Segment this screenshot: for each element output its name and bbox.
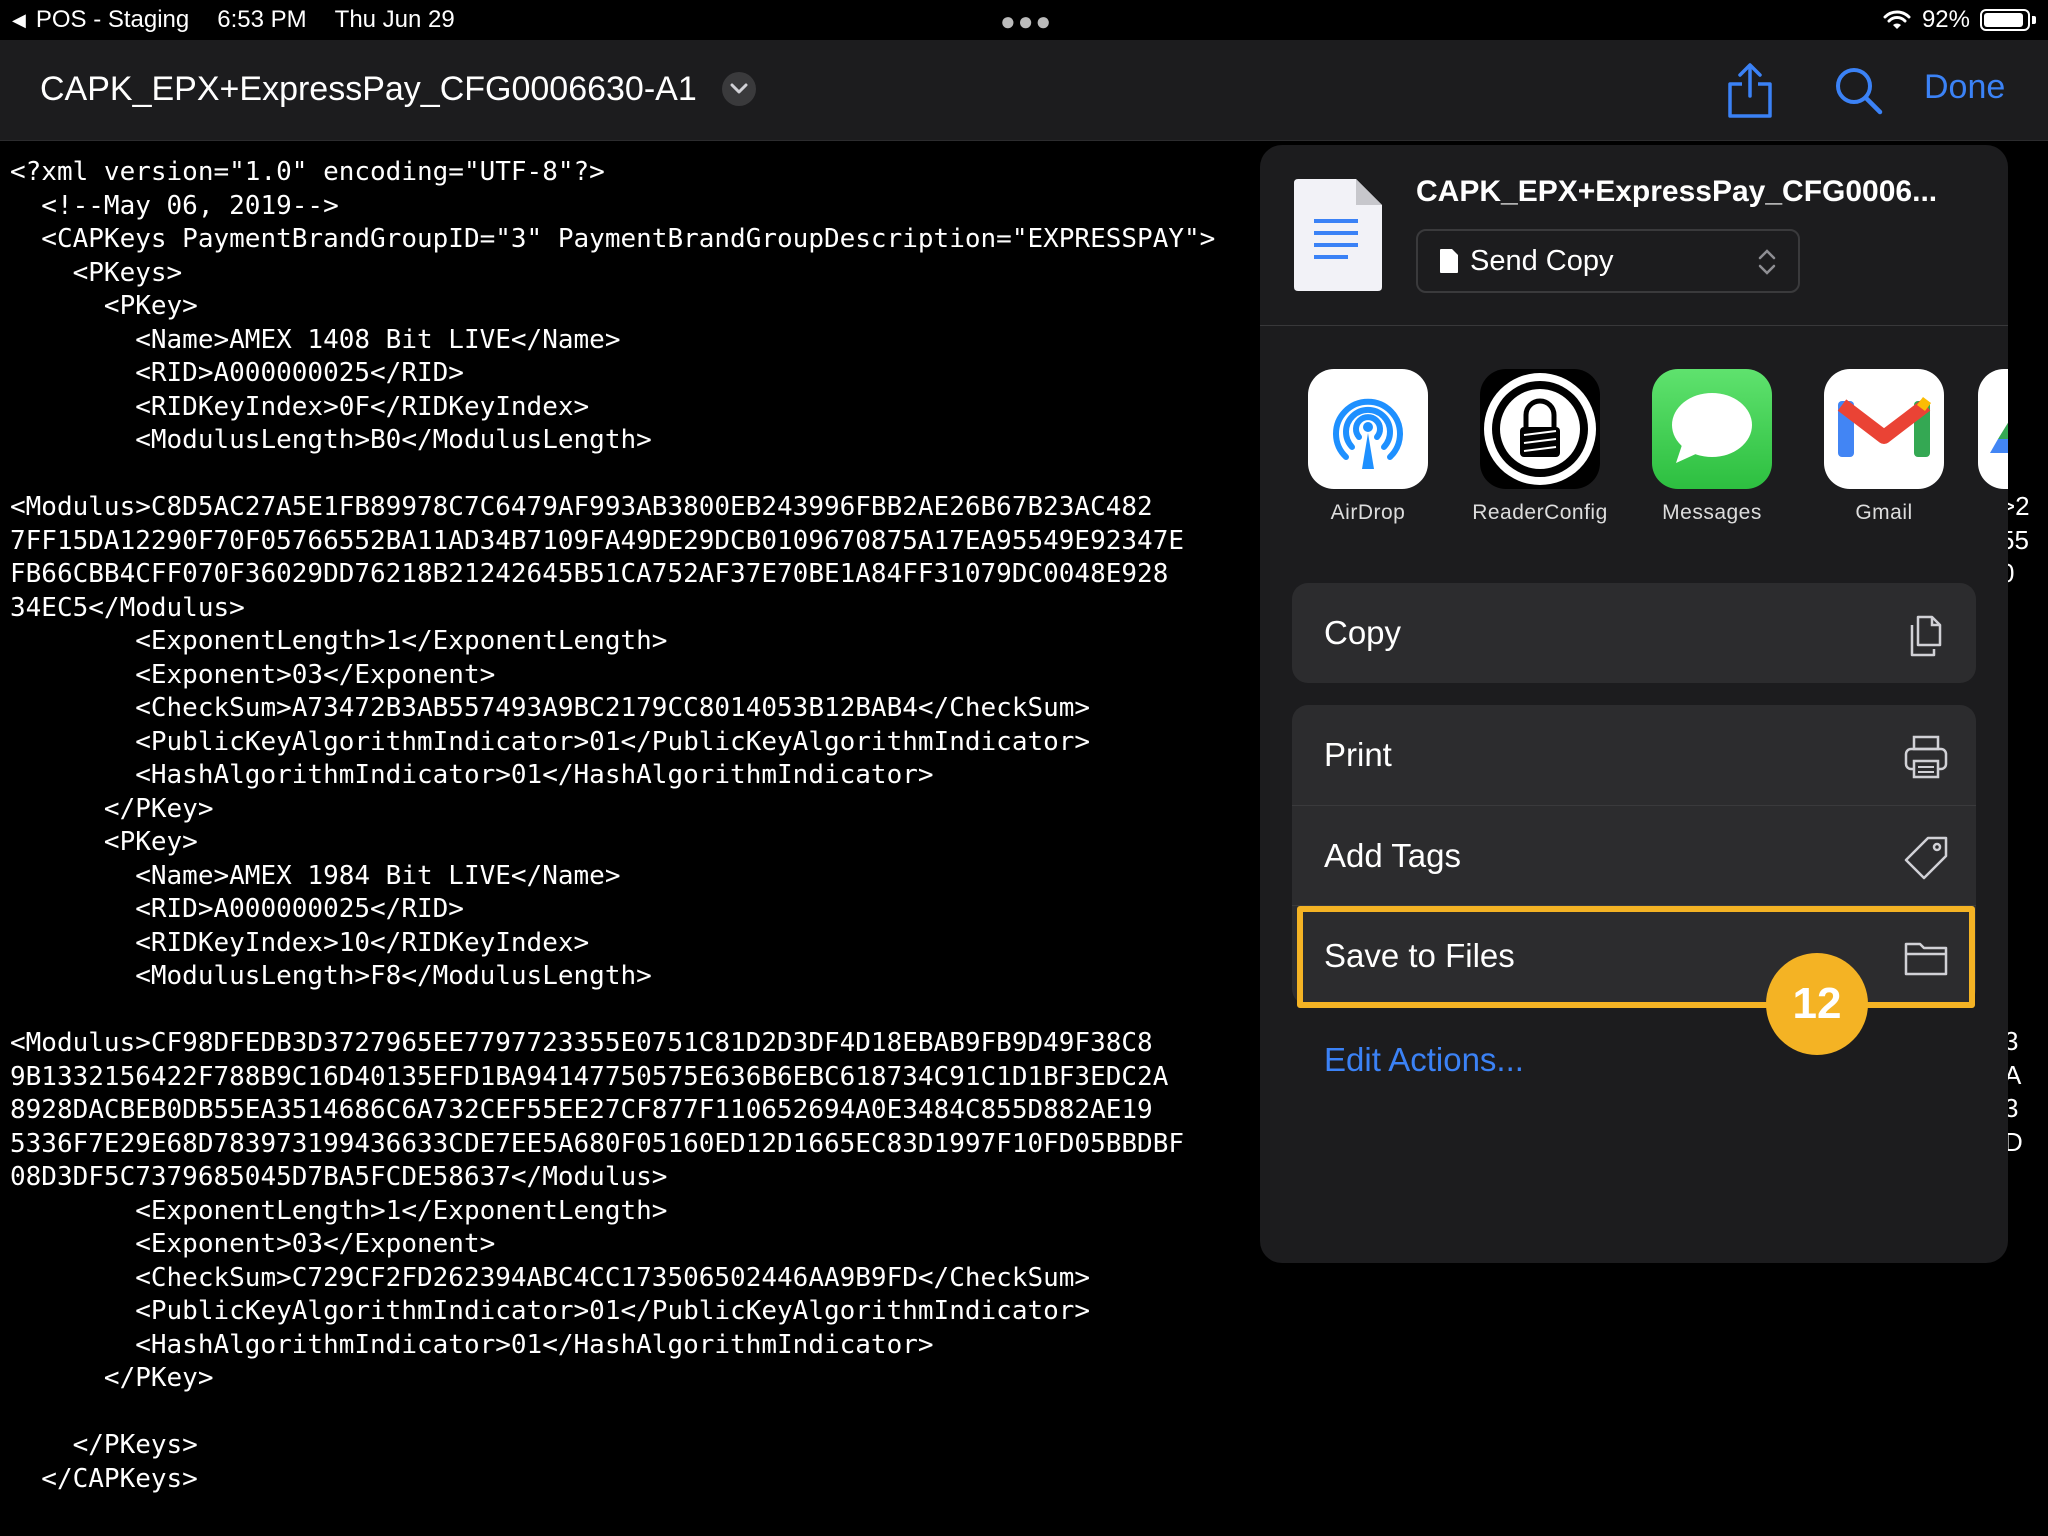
action-group-copy: Copy: [1292, 583, 1976, 683]
google-drive-icon: [1978, 369, 2008, 489]
step-number-badge: 12: [1766, 953, 1868, 1055]
edit-actions-link[interactable]: Edit Actions...: [1324, 1041, 1524, 1079]
share-sheet-header: CAPK_EPX+ExpressPay_CFG0006... Send Copy: [1260, 145, 2008, 326]
navigation-bar: CAPK_EPX+ExpressPay_CFG0006630-A1 Done: [0, 40, 2048, 141]
status-bar: ◀ POS - Staging 6:53 PM Thu Jun 29 ●●● 9…: [0, 0, 2048, 40]
document-small-icon: [1440, 249, 1458, 273]
messages-icon: [1652, 369, 1772, 489]
document-file-icon: [1294, 179, 1382, 291]
copy-action[interactable]: Copy: [1292, 583, 1976, 683]
add-tags-label: Add Tags: [1324, 836, 1461, 874]
back-triangle-icon: ◀: [12, 9, 26, 30]
share-app-messages[interactable]: Messages: [1642, 369, 1782, 525]
share-app-airdrop[interactable]: AirDrop: [1298, 369, 1438, 525]
chevron-down-icon: [730, 83, 748, 94]
tag-icon: [1904, 836, 1948, 880]
back-app-label: POS - Staging: [35, 6, 190, 33]
save-to-files-highlight: [1297, 906, 1975, 1008]
send-copy-label: Send Copy: [1470, 244, 1614, 277]
share-sheet: CAPK_EPX+ExpressPay_CFG0006... Send Copy: [1260, 145, 2008, 1263]
print-label: Print: [1324, 736, 1392, 773]
battery-percent: 92%: [1921, 6, 1970, 33]
status-time: 6:53 PM: [217, 6, 307, 33]
battery-cap: [2032, 16, 2036, 24]
copy-icon: [1910, 615, 1942, 657]
share-file-name: CAPK_EPX+ExpressPay_CFG0006...: [1416, 175, 1938, 208]
wifi-icon: [1883, 10, 1911, 29]
back-to-app-link[interactable]: ◀ POS - Staging: [12, 6, 189, 34]
up-down-chevron-icon: [1758, 249, 1776, 275]
search-icon[interactable]: [1834, 66, 1884, 116]
battery-icon: [1980, 9, 2030, 31]
document-title[interactable]: CAPK_EPX+ExpressPay_CFG0006630-A1: [40, 70, 697, 109]
app-label: ReaderConfig: [1472, 501, 1608, 524]
title-menu-button[interactable]: [722, 72, 756, 106]
app-label: Messages: [1662, 501, 1762, 524]
add-tags-action[interactable]: Add Tags: [1292, 805, 1976, 905]
done-button[interactable]: Done: [1924, 68, 2005, 107]
readerconfig-icon: [1480, 369, 1600, 489]
airdrop-icon: [1308, 369, 1428, 489]
gmail-icon: [1824, 369, 1944, 489]
document-xml-content: <?xml version="1.0" encoding="UTF-8"?> <…: [10, 157, 1216, 1494]
send-copy-selector[interactable]: Send Copy: [1416, 229, 1800, 293]
share-apps-row: AirDrop ReaderConfig Messages Gmail: [1260, 369, 2008, 539]
share-app-gmail[interactable]: Gmail: [1814, 369, 1954, 525]
share-app-readerconfig[interactable]: ReaderConfig: [1470, 369, 1610, 525]
multitasking-dots-icon[interactable]: ●●●: [1000, 6, 1053, 37]
app-label: AirDrop: [1330, 501, 1406, 524]
copy-label: Copy: [1324, 614, 1402, 651]
app-label: Gmail: [1855, 501, 1913, 524]
printer-icon: [1904, 735, 1948, 779]
share-icon[interactable]: [1724, 62, 1776, 118]
print-action[interactable]: Print: [1292, 705, 1976, 805]
share-app-partial[interactable]: [1978, 369, 2008, 489]
status-date: Thu Jun 29: [334, 6, 455, 33]
